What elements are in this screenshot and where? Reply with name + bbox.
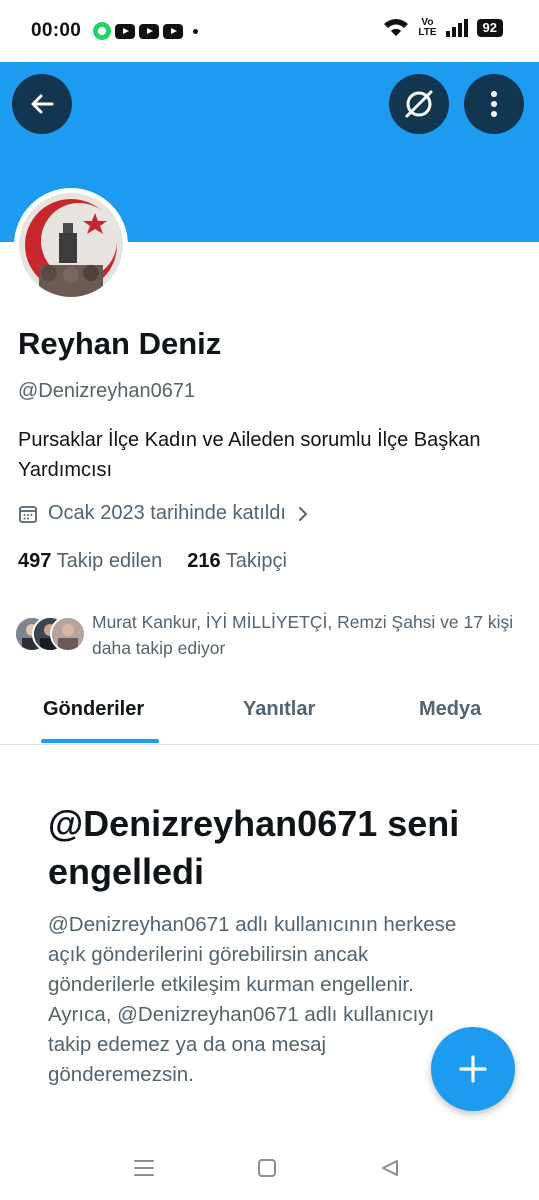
youtube-icon <box>139 23 159 39</box>
system-navigation-bar <box>0 1135 539 1200</box>
back-nav-button[interactable] <box>377 1155 403 1181</box>
tab-posts[interactable]: Gönderiler <box>43 698 144 721</box>
more-vertical-icon <box>491 91 497 117</box>
volte-indicator: Vo LTE <box>418 18 436 38</box>
notification-icons <box>93 22 198 40</box>
status-bar: 00:00 Vo LTE 92 <box>0 0 539 62</box>
system-icons: Vo LTE 92 <box>383 18 503 38</box>
youtube-icon <box>163 23 183 39</box>
menu-icon <box>134 1160 154 1176</box>
compose-button[interactable] <box>431 1027 515 1111</box>
active-tab-indicator <box>41 739 159 743</box>
arrow-left-icon <box>31 94 54 114</box>
grok-button[interactable] <box>389 74 449 134</box>
profile-handle: @Denizreyhan0671 <box>18 380 196 402</box>
whatsapp-icon <box>93 22 111 40</box>
follow-stats: 497 Takip edilen 216 Takipçi <box>18 550 287 573</box>
square-icon <box>258 1159 276 1177</box>
blocked-description: @Denizreyhan0671 adlı kullanıcının herke… <box>48 913 457 1086</box>
avatar-image <box>19 193 123 297</box>
signal-icon <box>445 19 468 37</box>
followers-avatars <box>14 616 88 654</box>
followers-link[interactable]: 216 Takipçi <box>187 550 287 573</box>
followers-label: Takipçi <box>225 550 287 572</box>
followers-you-know-text: Murat Kankur, İYİ MİLLİYETÇİ, Remzi Şahs… <box>92 612 514 658</box>
more-notifications-dot-icon <box>193 28 198 34</box>
profile-tabs: Gönderiler Yanıtlar Medya <box>0 680 539 745</box>
home-button[interactable] <box>254 1155 280 1181</box>
follower-avatar <box>50 616 86 652</box>
profile-avatar[interactable] <box>14 188 128 302</box>
grok-icon <box>405 90 433 118</box>
following-link[interactable]: 497 Takip edilen <box>18 550 162 573</box>
following-count: 497 <box>18 550 52 572</box>
joined-date-row[interactable]: Ocak 2023 tarihinde katıldı <box>18 502 310 525</box>
profile-name: Reyhan Deniz <box>18 326 222 361</box>
triangle-back-icon <box>382 1160 398 1176</box>
joined-date-text: Ocak 2023 tarihinde katıldı <box>48 502 286 524</box>
plus-icon <box>459 1055 487 1083</box>
blocked-title: @Denizreyhan0671 seni engelledi <box>48 803 460 892</box>
following-label: Takip edilen <box>56 550 163 572</box>
profile-bio: Pursaklar İlçe Kadın ve Aileden sorumlu … <box>18 429 481 481</box>
youtube-icon <box>115 23 135 39</box>
status-time: 00:00 <box>31 20 82 41</box>
calendar-icon <box>19 505 37 523</box>
tab-media[interactable]: Medya <box>419 698 481 721</box>
more-options-button[interactable] <box>464 74 524 134</box>
wifi-icon <box>384 19 409 36</box>
volte-bottom-label: LTE <box>418 27 437 38</box>
recents-button[interactable] <box>131 1155 157 1181</box>
battery-indicator: 92 <box>476 19 503 37</box>
back-button[interactable] <box>12 74 72 134</box>
chevron-right-icon <box>298 506 308 521</box>
tab-replies[interactable]: Yanıtlar <box>243 698 315 721</box>
followers-count: 216 <box>187 550 221 572</box>
